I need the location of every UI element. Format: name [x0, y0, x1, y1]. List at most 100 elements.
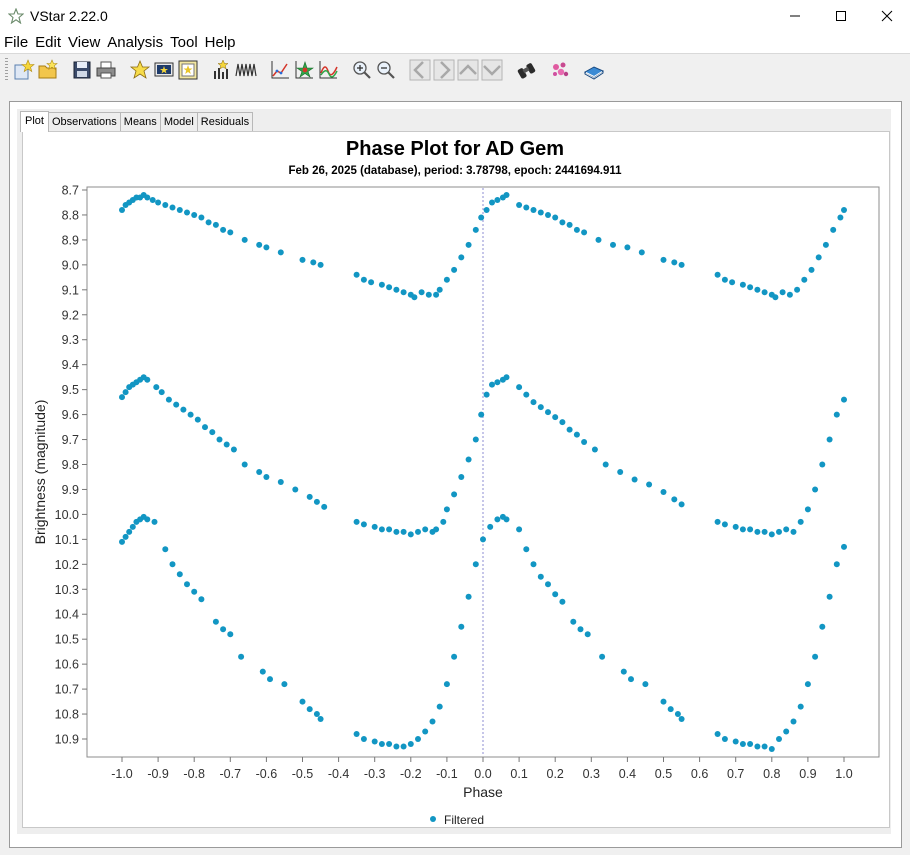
phase-plot-chart[interactable]: Phase Plot for AD Gem Feb 26, 2025 (data… — [0, 0, 910, 855]
data-point — [259, 668, 266, 675]
data-point — [465, 456, 472, 463]
data-point — [267, 676, 273, 683]
x-tick-label: 0.8 — [763, 767, 780, 781]
data-point — [306, 493, 313, 500]
data-point — [566, 221, 573, 228]
data-point — [151, 518, 158, 525]
data-point — [537, 404, 544, 411]
chart-subtitle: Feb 26, 2025 (database), period: 3.78798… — [288, 165, 622, 177]
chart-title: Phase Plot for AD Gem — [346, 138, 564, 160]
data-point — [415, 736, 421, 742]
data-point — [747, 741, 754, 747]
data-point — [678, 501, 685, 508]
data-point — [144, 516, 151, 523]
x-tick-label: -0.8 — [183, 767, 205, 781]
data-point — [436, 286, 443, 293]
data-point — [804, 681, 811, 688]
data-point — [187, 411, 194, 418]
data-point — [624, 244, 631, 251]
data-point — [202, 424, 208, 431]
data-point — [610, 241, 616, 248]
data-point — [489, 199, 495, 206]
data-point — [841, 543, 847, 550]
data-point — [628, 676, 634, 683]
y-tick-label: 10.0 — [55, 508, 79, 522]
data-point — [165, 396, 172, 403]
data-point — [841, 207, 847, 213]
data-point — [503, 192, 510, 198]
data-point — [378, 526, 385, 533]
data-point — [772, 294, 779, 301]
data-point — [393, 743, 400, 750]
data-point — [411, 294, 418, 301]
data-point — [173, 401, 180, 408]
data-point — [465, 593, 472, 600]
data-point — [317, 716, 324, 722]
data-point — [487, 523, 494, 530]
data-point — [158, 389, 165, 396]
data-point — [631, 476, 638, 483]
data-point — [149, 197, 156, 203]
data-point — [155, 199, 162, 206]
data-point — [779, 289, 786, 296]
data-point — [169, 561, 176, 568]
data-point — [256, 469, 263, 475]
data-point — [617, 469, 624, 475]
y-tick-label: 9.4 — [62, 358, 79, 372]
data-point — [761, 289, 768, 296]
data-point — [184, 209, 190, 216]
data-point — [451, 653, 458, 660]
data-point — [747, 526, 754, 533]
data-point — [822, 241, 829, 248]
data-point — [819, 623, 826, 630]
data-point — [671, 496, 678, 503]
data-point — [220, 226, 227, 233]
data-point — [747, 284, 754, 291]
tab-plot[interactable]: Plot — [20, 111, 49, 132]
x-tick-label: 0.1 — [510, 767, 527, 781]
data-point — [602, 461, 609, 468]
data-point — [353, 271, 360, 278]
data-point — [169, 204, 176, 211]
x-tick-label: -0.3 — [364, 767, 386, 781]
y-tick-label: 9.0 — [62, 258, 79, 272]
data-point — [570, 618, 577, 625]
data-point — [191, 588, 198, 595]
data-point — [768, 531, 775, 538]
data-point — [660, 256, 667, 263]
data-point — [721, 521, 728, 528]
y-tick-label: 9.5 — [62, 383, 79, 397]
data-point — [230, 446, 237, 453]
data-point — [591, 446, 598, 453]
data-point — [220, 626, 227, 633]
data-point — [545, 409, 551, 416]
data-point — [212, 221, 219, 228]
data-point — [797, 518, 804, 525]
y-tick-label: 10.2 — [55, 558, 79, 572]
data-point — [674, 711, 681, 717]
data-point — [552, 414, 559, 421]
data-point — [516, 384, 523, 391]
legend-label-filtered: Filtered — [444, 813, 484, 827]
y-tick-label: 10.7 — [55, 683, 79, 697]
data-point — [523, 204, 530, 211]
data-point — [754, 743, 761, 750]
y-tick-label: 9.9 — [62, 483, 79, 497]
data-point — [472, 226, 479, 233]
data-point — [797, 703, 804, 710]
data-point — [119, 538, 125, 545]
data-point — [223, 441, 230, 448]
data-point — [721, 276, 728, 283]
data-point — [241, 236, 248, 243]
data-point — [353, 731, 360, 737]
data-point — [478, 411, 485, 418]
data-point — [458, 474, 465, 480]
data-point — [790, 528, 797, 535]
data-point — [144, 376, 151, 383]
data-point — [472, 436, 479, 443]
y-tick-label: 8.7 — [62, 184, 79, 198]
data-point — [801, 276, 808, 283]
y-tick-label: 10.1 — [55, 533, 79, 547]
data-point — [671, 259, 678, 266]
data-point — [776, 736, 782, 742]
